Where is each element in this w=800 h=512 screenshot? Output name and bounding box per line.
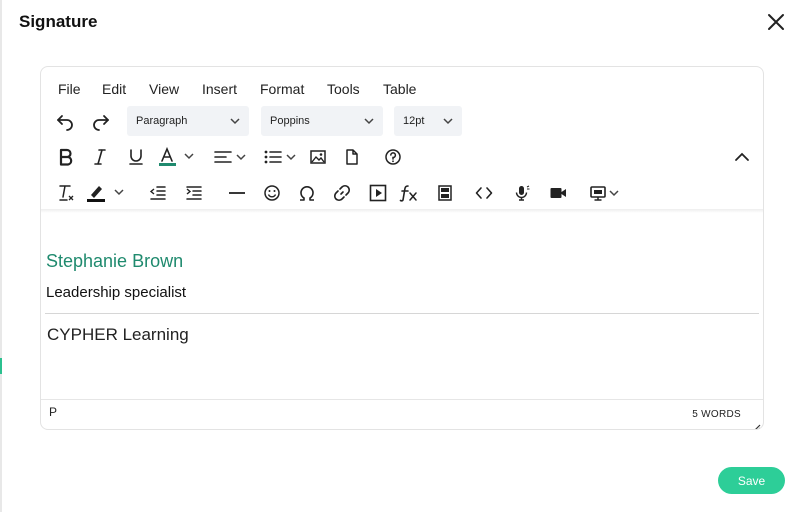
close-button[interactable]	[766, 12, 786, 32]
resize-handle[interactable]	[751, 419, 761, 429]
block-format-value: Paragraph	[136, 115, 188, 127]
page-left-accent	[0, 358, 2, 374]
collapse-toolbar-button[interactable]	[731, 142, 753, 172]
indent-button[interactable]	[183, 178, 205, 208]
modal-title: Signature	[19, 12, 98, 31]
media-play-icon	[369, 184, 387, 202]
text-color-icon	[159, 147, 194, 166]
special-character-button[interactable]	[296, 178, 318, 208]
insert-formula-button[interactable]	[398, 178, 420, 208]
highlight-color-button[interactable]	[85, 178, 129, 208]
help-icon	[385, 149, 401, 165]
align-left-icon	[214, 151, 246, 163]
voice-record-button[interactable]	[511, 178, 533, 208]
link-icon	[333, 184, 351, 202]
clear-formatting-button[interactable]	[55, 178, 77, 208]
screen-record-button[interactable]	[589, 178, 625, 208]
chevron-down-icon	[364, 118, 374, 125]
microphone-icon	[515, 185, 530, 201]
redo-button[interactable]	[89, 106, 113, 136]
underline-button[interactable]	[125, 142, 147, 172]
menu-format[interactable]: Format	[260, 81, 304, 97]
indent-icon	[186, 186, 202, 200]
font-size-value: 12pt	[403, 115, 425, 127]
image-icon	[310, 150, 326, 164]
emoji-button[interactable]	[261, 178, 283, 208]
clear-formatting-icon	[59, 185, 74, 201]
resize-grip-icon	[755, 424, 761, 429]
insert-image-button[interactable]	[307, 142, 329, 172]
menu-tools[interactable]: Tools	[327, 81, 360, 97]
save-button[interactable]: Save	[718, 467, 785, 494]
insert-media-button[interactable]	[367, 178, 389, 208]
rich-text-editor: File Edit View Insert Format Tools Table…	[40, 66, 764, 430]
toolbar-row-3	[41, 175, 763, 211]
screen-record-icon	[590, 186, 619, 201]
signature-divider	[45, 313, 759, 314]
template-icon	[438, 185, 452, 201]
video-record-button[interactable]	[547, 178, 569, 208]
horizontal-line-button[interactable]	[226, 178, 248, 208]
menu-table[interactable]: Table	[383, 81, 416, 97]
outdent-button[interactable]	[147, 178, 169, 208]
menu-edit[interactable]: Edit	[102, 81, 126, 97]
element-path[interactable]: P	[49, 405, 57, 419]
insert-document-button[interactable]	[341, 142, 363, 172]
signature-company: CYPHER Learning	[47, 325, 189, 344]
bullet-list-button[interactable]	[263, 142, 301, 172]
bold-icon	[59, 148, 73, 166]
signature-name: Stephanie Brown	[46, 251, 184, 271]
horizontal-line-icon	[229, 192, 245, 194]
bold-button[interactable]	[55, 142, 77, 172]
italic-button[interactable]	[89, 142, 111, 172]
outdent-icon	[149, 186, 166, 200]
document-icon	[346, 149, 358, 165]
italic-icon	[94, 149, 106, 165]
redo-icon	[93, 115, 109, 131]
signature-role: Leadership specialist	[46, 284, 187, 301]
menu-file[interactable]: File	[58, 81, 81, 97]
bullet-list-icon	[264, 150, 296, 164]
insert-template-button[interactable]	[434, 178, 456, 208]
editor-statusbar: P 5 WORDS	[41, 399, 763, 429]
highlight-icon	[87, 186, 124, 202]
code-icon	[475, 187, 493, 199]
word-count[interactable]: 5 WORDS	[692, 409, 741, 420]
page-left-edge	[0, 0, 2, 512]
font-family-value: Poppins	[270, 115, 310, 127]
text-color-button[interactable]	[157, 142, 199, 172]
formula-icon	[399, 185, 417, 202]
block-format-select[interactable]: Paragraph	[127, 106, 249, 136]
undo-button[interactable]	[53, 106, 77, 136]
toolbar-row-2	[41, 139, 763, 175]
font-family-select[interactable]: Poppins	[261, 106, 383, 136]
menu-view[interactable]: View	[149, 81, 179, 97]
chevron-down-icon	[443, 118, 453, 125]
chevron-up-icon	[735, 152, 749, 161]
insert-link-button[interactable]	[331, 178, 353, 208]
underline-icon	[129, 149, 143, 165]
emoji-icon	[264, 185, 280, 201]
omega-icon	[300, 186, 314, 201]
video-camera-icon	[550, 188, 566, 198]
chevron-down-icon	[230, 118, 240, 125]
undo-icon	[57, 115, 73, 131]
source-code-button[interactable]	[473, 178, 495, 208]
close-icon	[768, 14, 784, 30]
menu-insert[interactable]: Insert	[202, 81, 237, 97]
toolbar-row-1: Paragraph Poppins 12pt	[41, 103, 763, 139]
font-size-select[interactable]: 12pt	[394, 106, 462, 136]
align-button[interactable]	[213, 142, 251, 172]
editor-content-area[interactable]: Stephanie Brown Leadership specialist CY…	[41, 213, 763, 399]
help-button[interactable]	[382, 142, 404, 172]
